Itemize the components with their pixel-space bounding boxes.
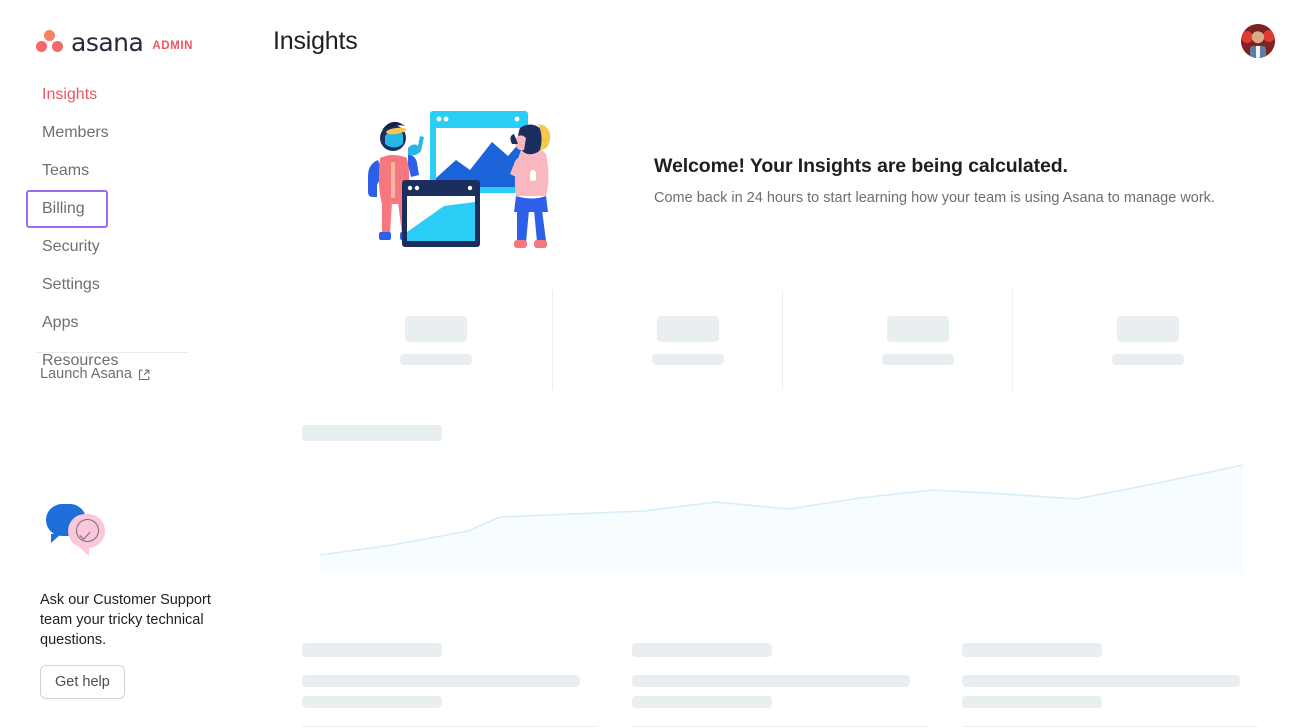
people-with-charts-illustration: [352, 102, 578, 254]
welcome-title: Welcome! Your Insights are being calcula…: [654, 155, 1068, 177]
sidebar-nav: Insights Members Teams Billing Security …: [0, 76, 245, 380]
chart-title-skeleton: [302, 425, 442, 441]
sidebar-item-teams[interactable]: Teams: [26, 152, 108, 190]
sidebar-item-security[interactable]: Security: [26, 228, 108, 266]
bottom-skeleton-table: [302, 638, 1282, 728]
support-widget: Ask our Customer Support team your trick…: [40, 500, 230, 699]
launch-asana-link[interactable]: Launch Asana: [40, 366, 150, 382]
sidebar-divider: [36, 352, 188, 353]
insights-area-chart: [300, 440, 1260, 575]
launch-asana-label: Launch Asana: [40, 366, 132, 382]
admin-badge: ADMIN: [152, 39, 194, 52]
page-title: Insights: [273, 27, 358, 55]
asana-logo-icon: [36, 30, 64, 55]
support-text: Ask our Customer Support team your trick…: [40, 592, 211, 648]
welcome-subtitle: Come back in 24 hours to start learning …: [654, 190, 1215, 206]
stat-card-4: [1012, 290, 1252, 390]
avatar[interactable]: [1241, 24, 1275, 58]
sidebar-item-insights[interactable]: Insights: [26, 76, 108, 114]
stat-cards-skeleton: [300, 290, 1260, 390]
stat-card-1: [300, 290, 540, 390]
sidebar-item-apps[interactable]: Apps: [26, 304, 108, 342]
logo-wordmark: asana: [71, 28, 144, 57]
sidebar-item-settings[interactable]: Settings: [26, 266, 108, 304]
stat-card-3: [782, 290, 1022, 390]
chat-bubbles-check-icon: [40, 500, 110, 556]
stat-card-2: [552, 290, 792, 390]
insights-page: asana ADMIN Insights Members Teams Billi…: [0, 0, 1300, 728]
sidebar: asana ADMIN Insights Members Teams Billi…: [0, 0, 245, 728]
brand-logo[interactable]: asana ADMIN: [36, 28, 193, 57]
get-help-button[interactable]: Get help: [40, 665, 125, 699]
external-link-icon: [138, 369, 150, 381]
sidebar-item-members[interactable]: Members: [26, 114, 109, 152]
sidebar-item-billing[interactable]: Billing: [26, 190, 108, 228]
